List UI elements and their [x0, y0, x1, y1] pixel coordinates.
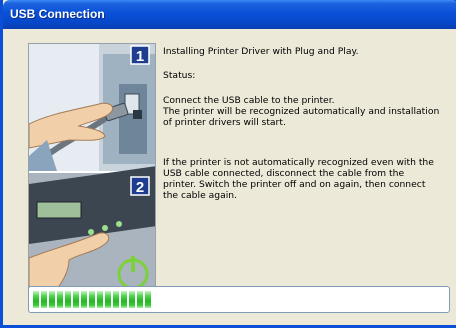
progress-segment [57, 291, 63, 308]
step2-line4: the cable again. [163, 190, 238, 201]
printer-usb-illustration: 1 2 [29, 44, 155, 298]
progress-segment [105, 291, 111, 308]
step2-number: 2 [136, 179, 144, 196]
progress-segment [81, 291, 87, 308]
step1-line2: The printer will be recognized automatic… [163, 106, 440, 117]
progress-segment [89, 291, 95, 308]
progress-segment [129, 291, 135, 308]
status-label: Status: [163, 70, 196, 81]
title-bar[interactable]: USB Connection [3, 0, 456, 29]
progress-segment [137, 291, 143, 308]
progress-segment [41, 291, 47, 308]
instruction-illustration: 1 2 [28, 43, 156, 299]
install-progress-bar [28, 286, 450, 313]
step2-line3: printer. Switch the printer off and on a… [163, 179, 426, 190]
heading-text: Installing Printer Driver with Plug and … [163, 46, 359, 57]
progress-segment [73, 291, 79, 308]
progress-segment [145, 291, 151, 308]
dialog-window: USB Connection 1 2 Installing Printer Dr… [0, 0, 456, 328]
progress-segment [113, 291, 119, 308]
window-title: USB Connection [10, 7, 105, 21]
progress-segment [33, 291, 39, 308]
progress-segment [97, 291, 103, 308]
progress-segment [49, 291, 55, 308]
step1-line1: Connect the USB cable to the printer. [163, 95, 335, 106]
step2-line2: USB cable connected, disconnect the cabl… [163, 168, 405, 179]
step1-number: 1 [136, 48, 144, 65]
progress-segment [65, 291, 71, 308]
step2-line1: If the printer is not automatically reco… [163, 157, 434, 168]
dialog-client-area: 1 2 Installing Printer Driver with Plug … [6, 29, 456, 325]
progress-segment [121, 291, 127, 308]
step1-line3: of printer drivers will start. [163, 117, 286, 128]
